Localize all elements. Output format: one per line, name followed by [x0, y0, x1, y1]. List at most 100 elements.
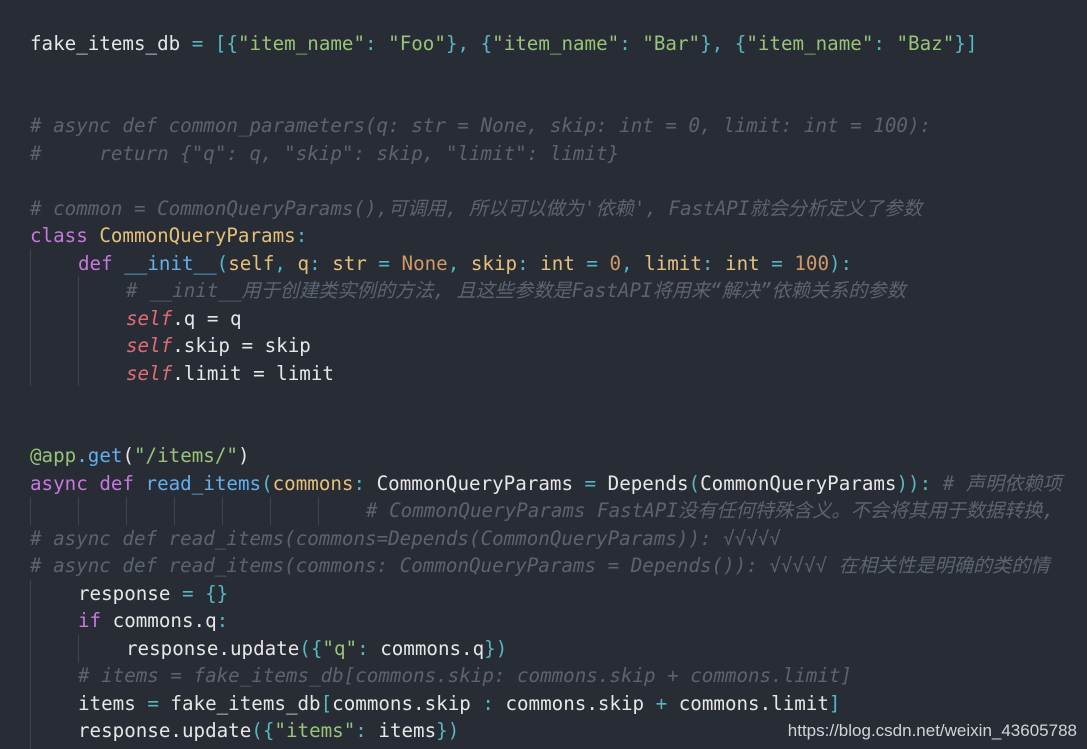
code-comment[interactable]: # async def common_parameters(q: str = N… [30, 112, 931, 140]
code-editor[interactable]: fake_items_db = [{"item_name": "Foo"}, {… [0, 0, 1087, 749]
punctuation: : [470, 692, 506, 715]
punctuation: , [274, 252, 298, 275]
method: .update [218, 637, 300, 660]
paren: ( [299, 637, 311, 660]
code-line-decorator[interactable]: @app.get("/items/") [30, 442, 250, 470]
self-keyword: self [126, 307, 173, 330]
indent-guide [222, 497, 223, 525]
paren: )): [896, 472, 932, 495]
punctuation: : [365, 32, 389, 55]
operator: + [644, 692, 679, 715]
watermark-text: https://blog.csdn.net/weixin_43605788 [787, 721, 1077, 740]
function-name: __init__ [124, 252, 217, 275]
string-literal: "Bar" [642, 32, 701, 55]
string-literal: "item_name" [746, 32, 874, 55]
bracket: ] [828, 692, 841, 715]
punctuation: , [621, 252, 645, 275]
string-literal: "q" [322, 637, 358, 660]
type: int [725, 252, 760, 275]
variable-name: commons [112, 609, 194, 632]
code-line-read-items[interactable]: async def read_items(commons: CommonQuer… [30, 470, 1062, 498]
brace: { [480, 32, 493, 55]
indent-guide [30, 580, 31, 749]
code-comment[interactable]: # __init__用于创建类实例的方法, 且这些参数是FastAPI将用来“解… [126, 277, 906, 305]
brace: } [436, 719, 448, 742]
brace: {} [205, 582, 229, 605]
indent-guide [174, 497, 175, 525]
code-line-response[interactable]: response = {} [78, 580, 228, 608]
code-comment[interactable]: # common = CommonQueryParams(),可调用, 所以可以… [30, 195, 922, 223]
operator: = [180, 32, 215, 55]
code-line-init[interactable]: def __init__(self, q: str = None, skip: … [78, 250, 852, 278]
brace: { [262, 719, 275, 742]
keyword: async [30, 472, 100, 495]
code-comment[interactable]: # async def read_items(commons=Depends(C… [30, 525, 781, 553]
operator: = [573, 472, 608, 495]
paren: ): [829, 252, 853, 275]
param: q [297, 252, 310, 275]
bracket: ] [965, 32, 978, 55]
indent-guide [78, 277, 79, 386]
number: 0 [609, 252, 622, 275]
code-comment[interactable]: # async def read_items(commons: CommonQu… [30, 552, 1050, 580]
code-line-self-q[interactable]: self.q = q [126, 305, 242, 333]
indent-guide [78, 635, 79, 663]
code-line-update-items[interactable]: response.update({"items": items}) [78, 717, 459, 745]
expression: commons.skip [332, 692, 471, 715]
punctuation: : [619, 32, 643, 55]
variable-name: fake_items_db [170, 692, 321, 715]
code-comment[interactable]: # return {"q": q, "skip": skip, "limit":… [30, 140, 619, 168]
code-line-class[interactable]: class CommonQueryParams: [30, 222, 307, 250]
function-name: .get [76, 444, 123, 467]
punctuation: : [517, 252, 541, 275]
function-call: Depends [607, 472, 689, 495]
punctuation: }, [445, 32, 481, 55]
punctuation: : [353, 472, 377, 495]
operator: = [135, 692, 171, 715]
indent-guide [270, 497, 271, 525]
punctuation: : [355, 719, 379, 742]
paren: ) [237, 444, 250, 467]
expression: commons.limit [678, 692, 829, 715]
param: limit [644, 252, 702, 275]
variable-name: items [378, 719, 437, 742]
code-line-if[interactable]: if commons.q: [78, 607, 228, 635]
paren: ( [251, 719, 263, 742]
code-comment[interactable]: # items = fake_items_db[commons.skip: co… [78, 662, 852, 690]
decorator: @app [30, 444, 77, 467]
code-line-items[interactable]: items = fake_items_db[commons.skip : com… [78, 690, 840, 718]
variable-name: response [78, 582, 171, 605]
code-comment[interactable]: # CommonQueryParams FastAPI没有任何特殊含义。不会将其… [366, 497, 1054, 525]
indent-guide [30, 249, 31, 386]
class-name: CommonQueryParams [99, 224, 296, 247]
code-line-self-limit[interactable]: self.limit = limit [126, 360, 334, 388]
paren: ( [261, 472, 273, 495]
brace: { [310, 637, 323, 660]
code-line-update-q[interactable]: response.update({"q": commons.q}) [126, 635, 507, 663]
operator: = [574, 252, 610, 275]
paren: ) [495, 637, 508, 660]
string-literal: "Baz" [896, 32, 955, 55]
code-line-fake-items-db[interactable]: fake_items_db = [{"item_name": "Foo"}, {… [30, 30, 977, 58]
indent-guide [126, 497, 127, 525]
string-literal: "items" [274, 719, 356, 742]
brace: { [226, 32, 238, 55]
code-line-self-skip[interactable]: self.skip = skip [126, 332, 311, 360]
string-literal: "item_name" [237, 32, 366, 55]
operator: = [366, 252, 402, 275]
keyword: def [78, 252, 125, 275]
variable-name: fake_items_db [30, 32, 181, 55]
punctuation: : [295, 224, 308, 247]
type: str [332, 252, 367, 275]
bracket: [ [320, 692, 333, 715]
method: .update [170, 719, 252, 742]
number: 100 [794, 252, 829, 275]
variable-name: response [78, 719, 171, 742]
param: commons [272, 472, 354, 495]
self-keyword: self [126, 334, 173, 357]
variable-name: commons.q [380, 637, 485, 660]
string-literal: "item_name" [492, 32, 620, 55]
punctuation: : [309, 252, 333, 275]
punctuation: : [873, 32, 897, 55]
brace: { [734, 32, 747, 55]
